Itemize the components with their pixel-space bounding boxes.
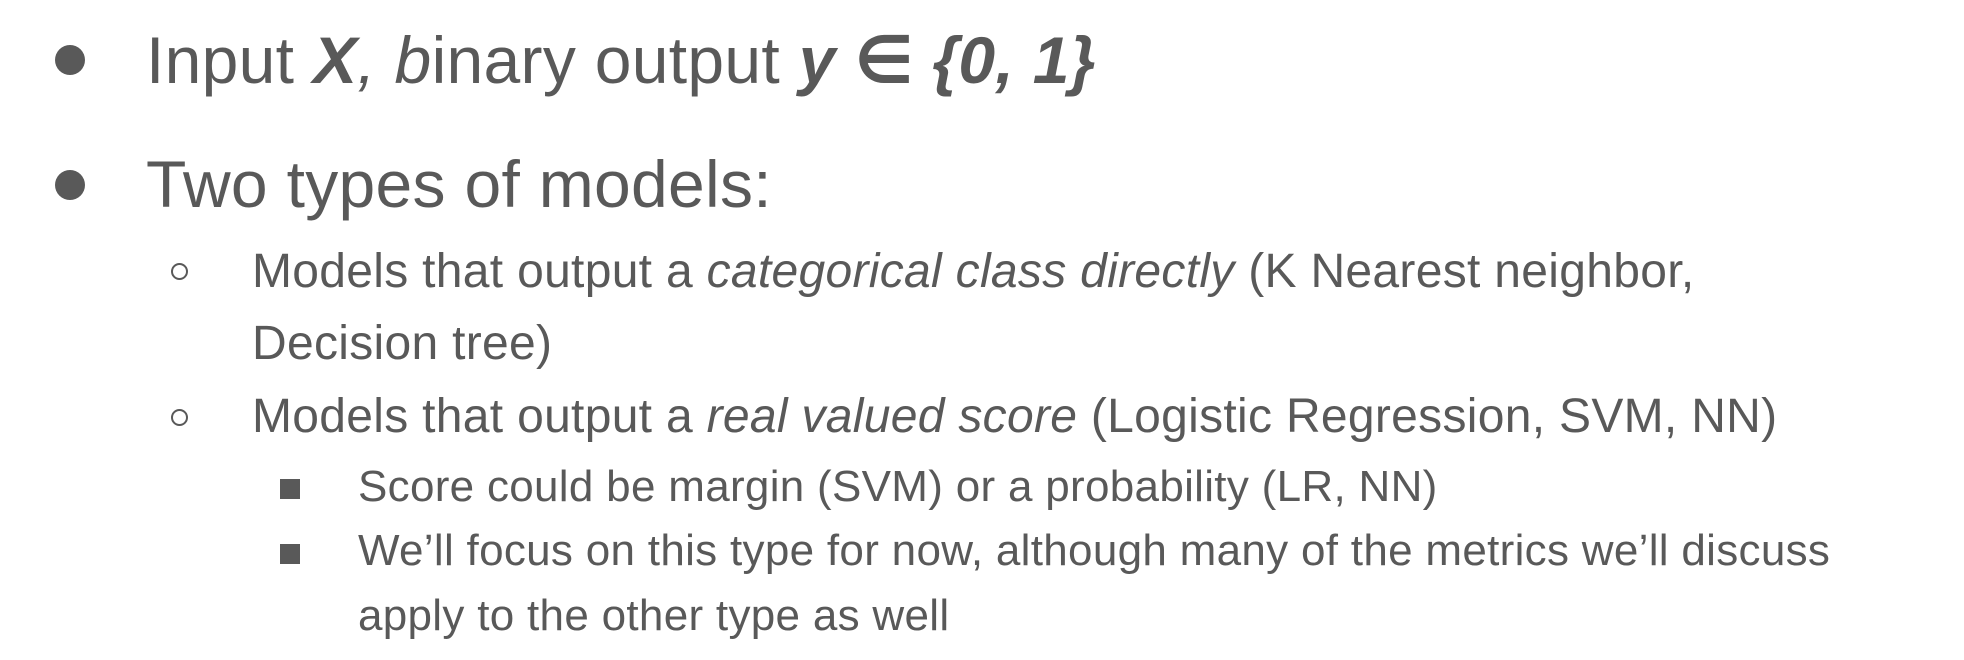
variable-x: X: [312, 23, 358, 97]
sub-bullet-categorical: Models that output a categorical class d…: [252, 236, 1694, 308]
bullet-disc-icon: [55, 170, 85, 200]
bullet-text: (Logistic Regression, SVM, NN): [1077, 390, 1778, 443]
bullet-input-output: Input X, binary output y ∈ {0, 1}: [146, 20, 1096, 100]
bullet-disc-icon: [55, 45, 85, 75]
sub-bullet-categorical-continued: Decision tree): [252, 317, 553, 370]
bullet-text: ,: [357, 23, 395, 97]
bullet-text: (K Nearest neighbor,: [1234, 245, 1695, 298]
bullet-text: b: [394, 23, 432, 97]
variable-y-set: y ∈ {0, 1}: [798, 23, 1096, 97]
bullet-square-icon: [280, 479, 300, 499]
emphasis-text: real valued score: [706, 390, 1078, 443]
sub-sub-bullet-focus-continued: apply to the other type as well: [358, 591, 950, 640]
bullet-text: inary output: [431, 23, 799, 97]
bullet-two-types: Two types of models:: [146, 147, 772, 221]
bullet-square-icon: [280, 544, 300, 564]
bullet-circle-icon: [171, 409, 188, 426]
bullet-text: Models that output a: [252, 390, 707, 443]
sub-sub-bullet-focus: We’ll focus on this type for now, althou…: [358, 526, 1831, 575]
sub-bullet-real-valued: Models that output a real valued score (…: [252, 381, 1777, 453]
bullet-text: Input: [146, 23, 313, 97]
sub-sub-bullet-score: Score could be margin (SVM) or a probabi…: [358, 462, 1438, 511]
slide: Input X, binary output y ∈ {0, 1} Two ty…: [0, 0, 1964, 660]
emphasis-text: categorical class directly: [706, 245, 1235, 298]
bullet-circle-icon: [171, 263, 188, 280]
bullet-text: Models that output a: [252, 245, 707, 298]
